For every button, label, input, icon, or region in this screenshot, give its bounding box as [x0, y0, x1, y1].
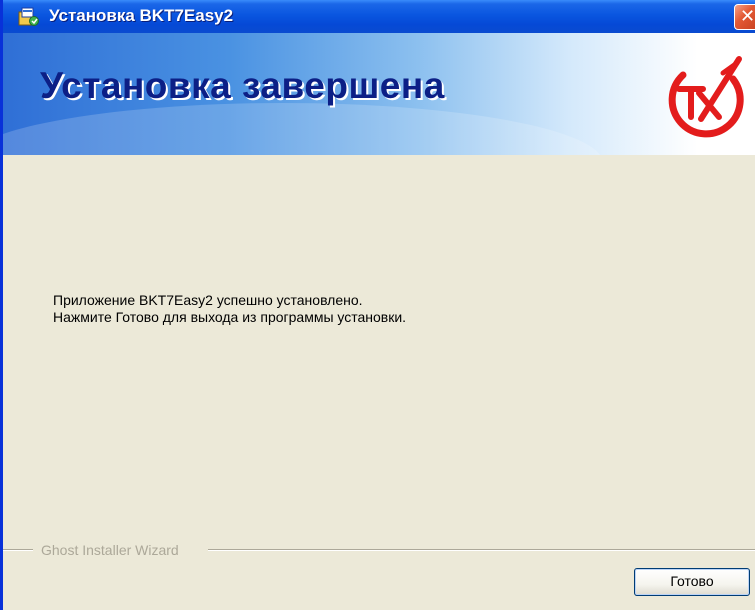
- page-title: Установка завершена: [40, 65, 445, 106]
- close-button[interactable]: ✕: [734, 4, 755, 30]
- wizard-group-divider: Ghost Installer Wizard: [3, 541, 755, 559]
- window-title: Установка BKT7Easy2: [49, 6, 234, 25]
- finish-button[interactable]: Готово: [634, 568, 750, 596]
- installer-icon: [18, 7, 39, 26]
- divider-right: [208, 549, 755, 551]
- header-banner: Установка завершена: [3, 33, 755, 155]
- wizard-group-label: Ghost Installer Wizard: [41, 542, 179, 558]
- bkt-logo-icon: [668, 56, 744, 138]
- divider-left: [3, 549, 33, 551]
- completion-message: Приложение BKT7Easy2 успешно установлено…: [53, 292, 406, 326]
- title-bar[interactable]: Установка BKT7Easy2 ✕: [3, 0, 755, 33]
- installer-window: Установка BKT7Easy2 ✕ Установка завершен…: [0, 0, 755, 610]
- message-line-2: Нажмите Готово для выхода из программы у…: [53, 309, 407, 325]
- close-icon: ✕: [740, 6, 755, 27]
- message-line-1: Приложение BKT7Easy2 успешно установлено…: [53, 292, 363, 308]
- banner-decoration: [3, 103, 603, 155]
